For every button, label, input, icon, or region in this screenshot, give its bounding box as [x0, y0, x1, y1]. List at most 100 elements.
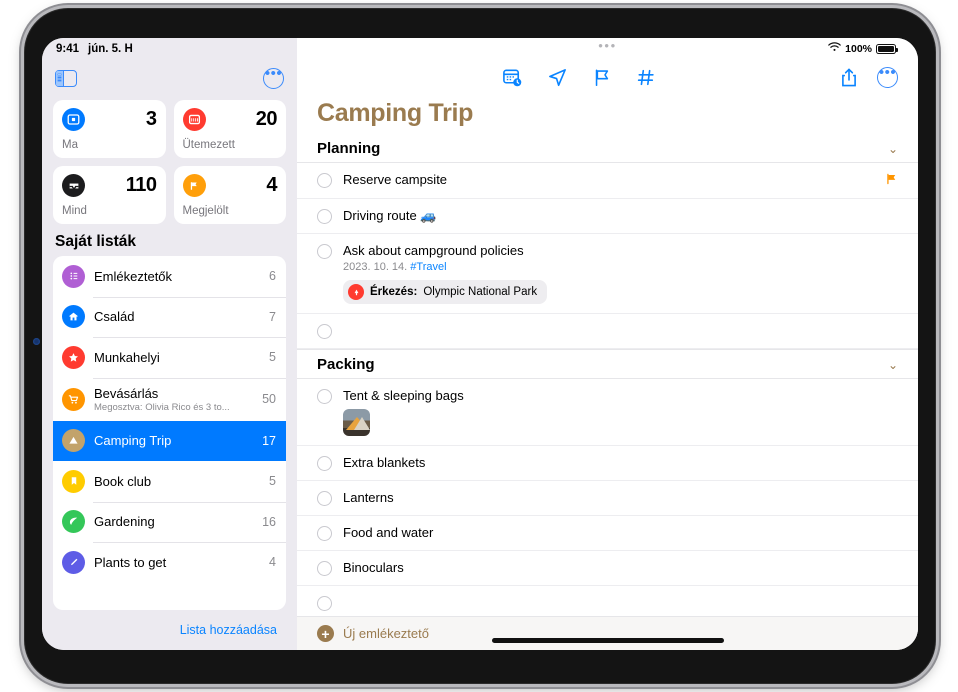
add-list-button[interactable]: Lista hozzáadása [180, 623, 277, 637]
paintbrush-icon [62, 550, 85, 574]
flag-icon[interactable] [592, 67, 612, 88]
task-row[interactable]: Driving route 🚙 [297, 199, 918, 235]
task-checkbox[interactable] [317, 526, 332, 542]
sidebar-more-circle-icon[interactable]: ••• [263, 66, 284, 89]
battery-percent-label: 100% [845, 42, 872, 55]
task-checkbox[interactable] [317, 561, 332, 577]
smart-card-flagged[interactable]: 4 Megjelölt [173, 166, 286, 224]
calendar-clock-icon[interactable] [502, 67, 523, 88]
sidebar-item-label: Gardening [94, 514, 155, 530]
share-icon[interactable] [840, 67, 858, 88]
shopping-cart-icon [62, 387, 85, 411]
group-title: Planning [317, 140, 381, 158]
task-title: Tent & sleeping bags [343, 388, 464, 404]
detail-pane: ••• 100% ••• Camping Trip Planning ⌄ Res… [297, 38, 918, 650]
sidebar-item-groceries[interactable]: Bevásárlás Megosztva: Olivia Rico és 3 t… [53, 377, 286, 421]
group-header-packing[interactable]: Packing ⌄ [297, 349, 918, 380]
task-checkbox[interactable] [317, 173, 332, 189]
status-time: 9:41 [56, 43, 80, 55]
chevron-down-icon[interactable]: ⌄ [888, 142, 898, 156]
sidebar-item-label: Bevásárlás [94, 385, 159, 401]
task-location-chip[interactable]: Érkezés: Olympic National Park [343, 280, 548, 305]
sidebar-item-book-club[interactable]: Book club 5 [53, 461, 286, 502]
sidebar-item-label: Család [94, 309, 135, 325]
task-title: Ask about campground policies [343, 243, 524, 259]
task-checkbox[interactable] [317, 456, 332, 472]
task-row-empty[interactable] [297, 314, 918, 350]
smart-label-today: Ma [62, 139, 78, 151]
group-header-planning[interactable]: Planning ⌄ [297, 134, 918, 164]
more-circle-icon[interactable]: ••• [877, 65, 898, 89]
sidebar-item-count: 7 [269, 309, 276, 324]
task-checkbox[interactable] [317, 389, 332, 405]
task-due-date: 2023. 10. 14. [343, 261, 408, 274]
task-title: Food and water [343, 525, 434, 541]
task-title: Reserve campsite [343, 172, 448, 188]
screen: 9:41 jún. 5. H ••• 3 Ma 20 Ütemezett 110… [42, 38, 918, 650]
task-row[interactable]: Extra blankets [297, 446, 918, 482]
sidebar-item-gardening[interactable]: Gardening 16 [53, 501, 286, 543]
sidebar-item-subtitle: Megosztva: Olivia Rico és 3 to... [94, 401, 230, 413]
task-row-empty[interactable] [297, 586, 918, 616]
smart-count-flagged: 4 [266, 174, 277, 196]
status-date: jún. 5. H [88, 43, 133, 55]
sidebar-item-family[interactable]: Család 7 [53, 296, 286, 338]
task-row[interactable]: Food and water [297, 516, 918, 552]
sidebar-item-label: Emlékeztetők [94, 268, 173, 284]
sidebar-item-count: 16 [262, 514, 276, 529]
task-row[interactable]: Tent & sleeping bags [297, 379, 918, 447]
task-meta: 2023. 10. 14. #Travel [343, 261, 898, 273]
task-tag[interactable]: #Travel [410, 261, 446, 273]
tent-triangle-icon [62, 429, 85, 453]
task-row[interactable]: Lanterns [297, 481, 918, 517]
star-icon [62, 345, 85, 369]
task-list: Planning ⌄ Reserve campsite Driving rout… [297, 134, 918, 616]
smart-card-all[interactable]: 110 Mind [53, 166, 166, 224]
task-checkbox[interactable] [317, 244, 332, 260]
task-checkbox[interactable] [317, 596, 332, 612]
device-frame: 9:41 jún. 5. H ••• 3 Ma 20 Ütemezett 110… [24, 8, 936, 684]
scheduled-calendar-icon [182, 108, 206, 131]
sidebar-item-camping-trip[interactable]: Camping Trip 17 [53, 420, 286, 461]
my-lists-heading: Saját listák [55, 233, 136, 250]
task-title: Extra blankets [343, 455, 426, 471]
sidebar-item-plants-to-get[interactable]: Plants to get 4 [53, 542, 286, 583]
bullet-list-icon [62, 264, 85, 288]
detail-toolbar: ••• [297, 60, 918, 96]
task-flag-icon[interactable] [885, 172, 898, 189]
hashtag-icon[interactable] [636, 67, 656, 88]
battery-icon [876, 43, 898, 54]
window-grabber-icon[interactable]: ••• [598, 39, 616, 52]
smart-count-all: 110 [125, 174, 157, 196]
task-attachment-thumbnail[interactable] [343, 409, 370, 437]
location-pin-icon [348, 284, 364, 301]
my-lists-card: Emlékeztetők 6 Család 7 Munkahelyi 5 Bev… [53, 256, 286, 610]
task-row[interactable]: Binoculars [297, 551, 918, 587]
home-indicator[interactable] [491, 638, 724, 643]
new-reminder-bar[interactable]: + Új emlékeztető [297, 616, 918, 650]
sidebar-item-label: Book club [94, 473, 152, 489]
task-row[interactable]: Reserve campsite [297, 163, 918, 200]
smart-label-flagged: Megjelölt [182, 205, 229, 217]
sidebar-item-label: Plants to get [94, 554, 167, 570]
smart-card-scheduled[interactable]: 20 Ütemezett [173, 100, 286, 158]
task-checkbox[interactable] [317, 491, 332, 507]
sidebar-item-work[interactable]: Munkahelyi 5 [53, 337, 286, 378]
smart-card-today[interactable]: 3 Ma [53, 100, 166, 158]
task-row[interactable]: Ask about campground policies 2023. 10. … [297, 234, 918, 315]
sidebar: 9:41 jún. 5. H ••• 3 Ma 20 Ütemezett 110… [42, 38, 297, 650]
chevron-down-icon[interactable]: ⌄ [888, 358, 898, 372]
plus-circle-icon[interactable]: + [317, 625, 334, 643]
leaf-icon [62, 510, 85, 534]
task-location-value: Olympic National Park [423, 286, 538, 299]
location-arrow-icon[interactable] [547, 67, 568, 88]
task-checkbox[interactable] [317, 209, 332, 225]
bookmark-icon [62, 469, 85, 493]
task-checkbox[interactable] [317, 324, 332, 340]
sidebar-toggle-icon[interactable] [55, 69, 77, 87]
sidebar-item-count: 4 [269, 555, 276, 570]
status-bar-right: ••• 100% [297, 38, 918, 60]
sidebar-item-label: Munkahelyi [94, 349, 160, 365]
task-title: Binoculars [343, 560, 404, 576]
sidebar-item-reminders[interactable]: Emlékeztetők 6 [53, 256, 286, 297]
